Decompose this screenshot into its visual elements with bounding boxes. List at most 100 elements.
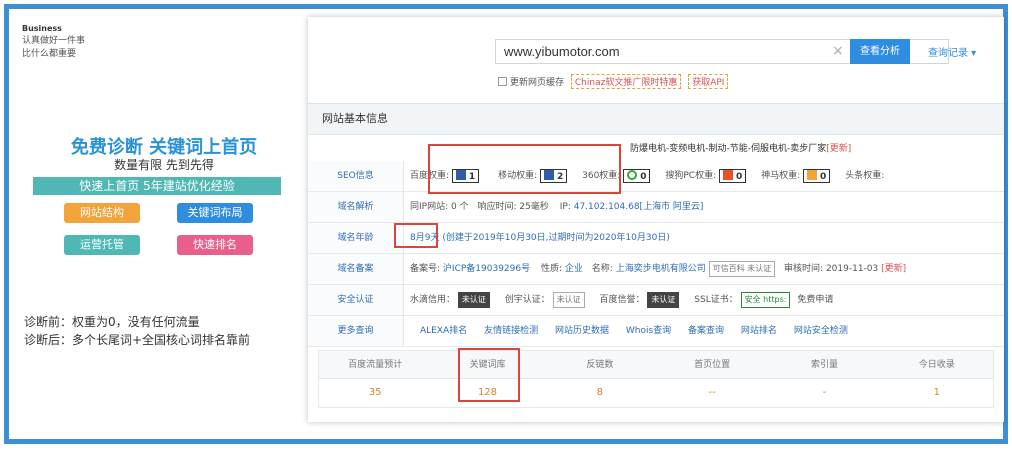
toutiao-rank-label: 头条权重: — [845, 171, 885, 181]
sogou-rank-label: 搜狗PC权重: — [665, 171, 717, 181]
link-history[interactable]: 网站历史数据 — [555, 326, 609, 336]
r360-rank-badge[interactable]: 0 — [623, 168, 651, 183]
row-more: 更多查询 ALEXA排名 友情链接检测 网站历史数据 Whois查询 备案查询 … — [308, 316, 1004, 347]
stats-value-cell[interactable]: 1 — [881, 379, 993, 407]
analyze-button[interactable]: 查看分析 — [850, 39, 910, 64]
trust-badge[interactable]: 可信百科 未认证 — [708, 260, 776, 277]
cache-checkbox[interactable] — [498, 77, 507, 86]
stats-table: 百度流量预计 关键词库 反链数 首页位置 索引量 今日收录 35 128 8 -… — [318, 350, 994, 408]
tag-site-structure[interactable]: 网站结构 — [64, 203, 140, 223]
stats-header: 百度流量预计 关键词库 反链数 首页位置 索引量 今日收录 — [319, 351, 993, 379]
baidu-credit-badge[interactable]: 未认证 — [647, 291, 680, 308]
brand-line2: 认真做好一件事 — [22, 36, 86, 46]
row-seo-label: SEO信息 — [308, 161, 404, 191]
highlight-box-age — [394, 223, 438, 248]
highlight-box-rank — [428, 144, 621, 194]
row-age-content: 8月9天 (创建于2019年10月30日,过期时间为2020年10月30日) — [410, 223, 670, 253]
ip-value[interactable]: 47.102.104.68[上海市 阿里云] — [574, 202, 704, 212]
icp-name-label: 名称: — [591, 264, 613, 274]
clear-icon[interactable]: × — [832, 43, 844, 59]
row-seo: SEO信息 百度权重: 1 移动权重: 2 360权重: 0 搜狗PC权重: 0… — [308, 161, 1004, 192]
row-dns-content: 同IP网站: 0 个 响应时间: 25毫秒 IP: 47.102.104.68[… — [410, 192, 703, 222]
circle-icon — [627, 169, 638, 180]
shenma-rank-value: 0 — [820, 171, 827, 182]
same-ip-value: 0 个 — [451, 202, 469, 212]
sogou-icon — [722, 169, 733, 180]
row-more-content: ALEXA排名 友情链接检测 网站历史数据 Whois查询 备案查询 网站排名 … — [420, 316, 862, 346]
row-security: 安全认证 水滴信用： 未认证 创宇认证： 未认证 百度信誉： 未认证 SSL证书… — [308, 285, 1004, 316]
shenma-rank-badge[interactable]: 0 — [803, 168, 831, 183]
search-input[interactable] — [496, 40, 852, 63]
link-security[interactable]: 网站安全检测 — [794, 326, 848, 336]
promo-link[interactable]: Chinaz软文推广限时特惠 — [570, 74, 682, 89]
chuangyu-badge[interactable]: 未认证 — [552, 291, 585, 308]
highlight-box-keywords — [458, 348, 520, 402]
row-icp-content: 备案号: 沪ICP备19039296号 性质: 企业 名称: 上海奕步电机有限公… — [410, 254, 906, 284]
sogou-rank-badge[interactable]: 0 — [718, 168, 747, 183]
stats-header-cell: 百度流量预计 — [348, 360, 403, 370]
ip-label: IP: — [559, 202, 571, 212]
tag-keyword-layout[interactable]: 关键词布局 — [177, 203, 253, 223]
icp-date-value: 2019-11-03 — [825, 264, 879, 274]
stats-value-cell[interactable]: 35 — [319, 379, 431, 407]
shenma-rank-label: 神马权重: — [761, 171, 801, 181]
link-rank[interactable]: 网站排名 — [741, 326, 777, 336]
diagnosis-after: 诊断后：多个长尾词+全国核心词排名靠前 — [24, 333, 251, 347]
free-apply-link[interactable]: 免费申请 — [797, 295, 833, 305]
icp-no-label: 备案号: — [410, 264, 441, 274]
baidu-credit-label: 百度信誉： — [599, 295, 645, 305]
diagnosis-before: 诊断前：权重为0，没有任何流量 — [24, 315, 200, 329]
stats-header-cell: 反链数 — [586, 360, 614, 370]
water-badge[interactable]: 未认证 — [457, 291, 490, 308]
brand-line1: Business — [22, 24, 62, 33]
r360-rank-value: 0 — [640, 171, 647, 182]
row-security-content: 水滴信用： 未认证 创宇认证： 未认证 百度信誉： 未认证 SSL证书： 安全 … — [410, 285, 833, 315]
shenma-icon — [807, 169, 818, 180]
history-dropdown[interactable]: 查询记录 ▾ — [928, 44, 976, 59]
brand-block: Business 认真做好一件事 比什么都重要 — [22, 22, 85, 61]
stats-value-cell: -- — [708, 387, 716, 398]
search-options: 更新网页缓存 Chinaz软文推广限时特惠 获取API — [498, 74, 729, 89]
screenshot-panel: × 查看分析 查询记录 ▾ 更新网页缓存 Chinaz软文推广限时特惠 获取AP… — [308, 17, 1004, 422]
icp-update-link[interactable]: [更新] — [881, 264, 906, 274]
ssl-badge[interactable]: 安全 https: — [740, 291, 791, 308]
stats-values: 35 128 8 -- - 1 — [319, 379, 993, 407]
water-label: 水滴信用： — [410, 295, 456, 305]
tag-operation[interactable]: 运营托管 — [64, 235, 140, 255]
icp-date-label: 审核时间: — [784, 264, 824, 274]
tag-fast-ranking[interactable]: 快速排名 — [177, 235, 253, 255]
search-box: × 查看分析 — [495, 39, 949, 64]
row-more-label: 更多查询 — [308, 316, 404, 346]
row-age-label: 域名年龄 — [308, 223, 404, 253]
site-description: 防爆电机-变频电机-制动-节能-伺服电机-卖步厂家[更新] — [630, 141, 851, 154]
section-title: 网站基本信息 — [308, 103, 1004, 135]
stats-header-cell: 索引量 — [810, 360, 838, 370]
row-icp-label: 域名备案 — [308, 254, 404, 284]
speed-value: 25毫秒 — [519, 202, 549, 212]
link-alexa[interactable]: ALEXA排名 — [420, 326, 467, 336]
cache-checkbox-label: 更新网页缓存 — [510, 78, 565, 88]
stats-header-cell: 首页位置 — [694, 360, 731, 370]
icp-nature-value: 企业 — [564, 264, 583, 274]
icp-no-value[interactable]: 沪ICP备19039296号 — [443, 264, 530, 274]
chuangyu-label: 创宇认证： — [504, 295, 550, 305]
icp-name-value[interactable]: 上海奕步电机有限公司 — [616, 264, 706, 274]
api-link[interactable]: 获取API — [688, 74, 729, 89]
description-update-link[interactable]: [更新] — [826, 144, 851, 154]
row-security-label: 安全认证 — [308, 285, 404, 315]
row-dns: 域名解析 同IP网站: 0 个 响应时间: 25毫秒 IP: 47.102.10… — [308, 192, 1004, 223]
same-ip-label: 同IP网站: — [410, 202, 449, 212]
row-dns-label: 域名解析 — [308, 192, 404, 222]
speed-label: 响应时间: — [477, 202, 517, 212]
link-whois[interactable]: Whois查询 — [626, 326, 671, 336]
stats-value-cell: - — [822, 387, 827, 398]
stats-header-cell: 今日收录 — [918, 360, 955, 370]
sogou-rank-value: 0 — [735, 171, 743, 182]
ssl-label: SSL证书： — [694, 295, 738, 305]
stats-value-cell[interactable]: 8 — [544, 379, 656, 407]
icp-nature-label: 性质: — [540, 264, 563, 274]
domain-age-detail: (创建于2019年10月30日,过期时间为2020年10月30日) — [442, 233, 670, 243]
brand-line3: 比什么都重要 — [22, 49, 77, 59]
link-friendlinks[interactable]: 友情链接检测 — [484, 326, 538, 336]
link-icp[interactable]: 备案查询 — [688, 326, 724, 336]
